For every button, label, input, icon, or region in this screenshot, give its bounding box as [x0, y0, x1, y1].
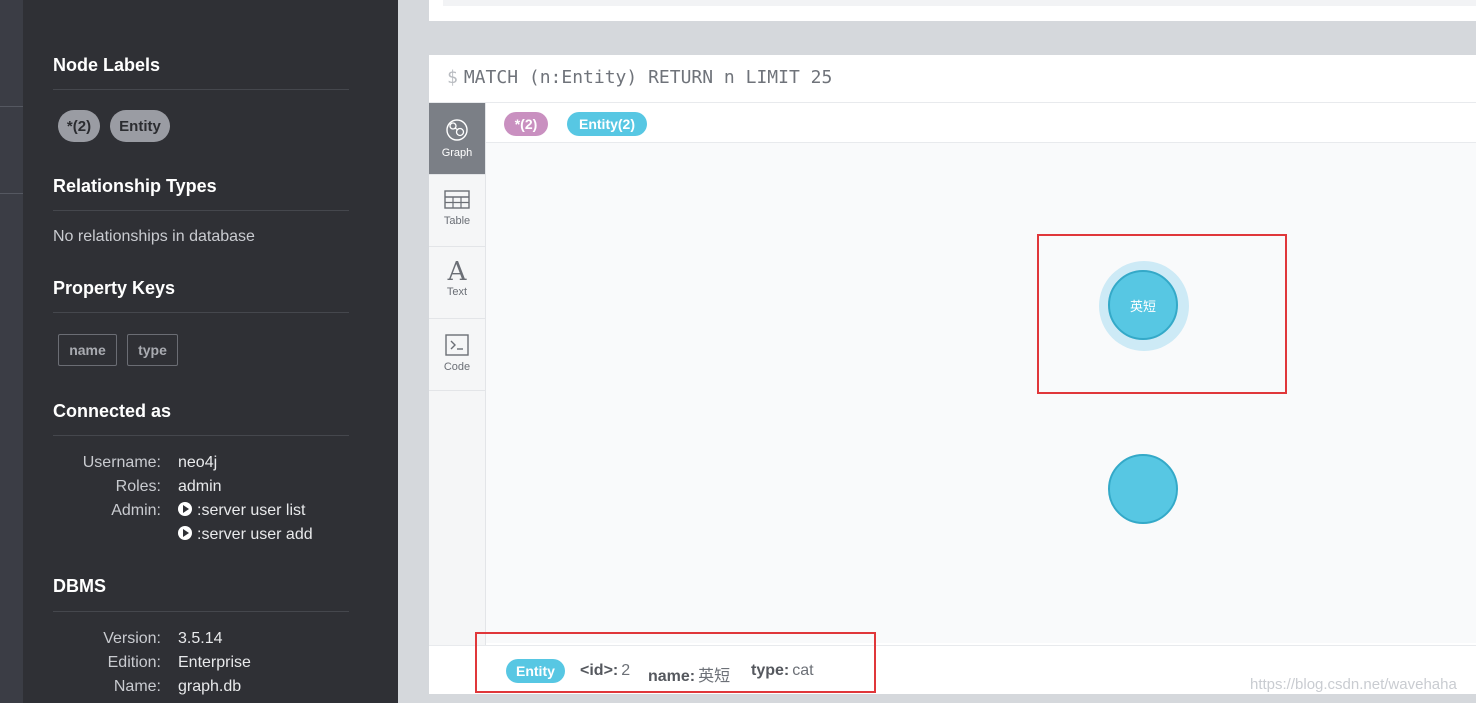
play-icon	[178, 502, 192, 516]
roles-label: Roles:	[115, 478, 161, 495]
node-labels-heading: Node Labels	[53, 55, 161, 75]
id-value: 2	[621, 662, 631, 679]
query-command[interactable]: $ MATCH (n:Entity) RETURN n LIMIT 25	[447, 67, 832, 88]
tab-text[interactable]: A Text	[429, 247, 485, 319]
node-label-entity-pill[interactable]: Entity	[110, 110, 170, 142]
icon-bar-divider	[0, 193, 23, 194]
database-sidebar: Node Labels *(2) Entity Relationship Typ…	[23, 0, 398, 703]
tab-table-label: Table	[443, 215, 471, 227]
watermark: https://blog.csdn.net/wavehaha	[1250, 676, 1457, 693]
name-value: 英短	[698, 668, 731, 685]
table-icon	[444, 190, 470, 209]
divider	[53, 312, 349, 313]
view-tabs: Graph Table A Text Code	[429, 103, 486, 693]
status-type-property: type: cat	[751, 662, 814, 680]
previous-result-frame	[429, 0, 1476, 21]
status-entity-label[interactable]: Entity	[506, 659, 565, 683]
status-id-property: <id>: 2	[580, 662, 630, 680]
legend-entity[interactable]: Entity(2)	[567, 112, 647, 136]
relationship-types-heading: Relationship Types	[53, 176, 217, 196]
edition-value: Enterprise	[178, 654, 251, 671]
tab-code[interactable]: Code	[429, 319, 485, 391]
play-icon	[178, 526, 192, 540]
graph-node-entity[interactable]	[1108, 454, 1178, 524]
id-key: <id>:	[580, 662, 619, 679]
graph-canvas[interactable]: 英短	[486, 143, 1476, 643]
property-key-name[interactable]: name	[58, 334, 117, 366]
server-user-add-link[interactable]: :server user add	[178, 526, 313, 544]
code-icon	[445, 334, 469, 356]
edition-label: Edition:	[107, 654, 161, 671]
admin-label: Admin:	[111, 502, 161, 519]
server-user-add-text: :server user add	[197, 526, 313, 543]
db-name-label: Name:	[113, 678, 161, 695]
icon-bar-divider	[0, 106, 23, 107]
tab-text-label: Text	[446, 286, 468, 298]
version-label: Version:	[103, 630, 161, 647]
server-user-list-link[interactable]: :server user list	[178, 502, 305, 520]
tab-code-label: Code	[443, 361, 471, 373]
status-name-property: name: 英短	[648, 662, 730, 686]
version-value: 3.5.14	[178, 630, 223, 647]
username-label: Username:	[82, 454, 161, 471]
type-value: cat	[792, 662, 814, 679]
server-user-list-text: :server user list	[197, 502, 306, 519]
result-frame: $ MATCH (n:Entity) RETURN n LIMIT 25 Grap…	[429, 55, 1476, 694]
tab-table[interactable]: Table	[429, 175, 485, 247]
dbms-heading: DBMS	[53, 576, 106, 596]
left-icon-bar	[0, 0, 23, 703]
prompt-symbol: $	[447, 67, 458, 88]
query-text: MATCH (n:Entity) RETURN n LIMIT 25	[463, 67, 833, 88]
property-keys-heading: Property Keys	[53, 278, 176, 298]
graph-node-entity-selected[interactable]: 英短	[1108, 270, 1178, 340]
roles-value: admin	[178, 478, 222, 495]
connected-as-heading: Connected as	[53, 401, 172, 421]
no-relationships-text: No relationships in database	[53, 228, 255, 245]
node-label-all-pill[interactable]: *(2)	[58, 110, 100, 142]
db-name-value: graph.db	[178, 678, 242, 695]
divider	[53, 89, 349, 90]
text-icon: A	[447, 257, 467, 287]
type-key: type:	[751, 662, 790, 679]
username-value: neo4j	[178, 454, 218, 471]
frame-header-divider	[429, 102, 1476, 103]
legend-all-nodes[interactable]: *(2)	[504, 112, 548, 136]
divider	[53, 210, 349, 211]
property-key-type[interactable]: type	[127, 334, 178, 366]
divider	[53, 435, 349, 436]
tab-graph-label: Graph	[441, 147, 473, 159]
tab-graph[interactable]: Graph	[429, 103, 485, 175]
previous-frame-body	[443, 0, 1476, 6]
name-key: name:	[648, 668, 696, 685]
divider	[53, 611, 349, 612]
graph-icon	[446, 119, 468, 141]
